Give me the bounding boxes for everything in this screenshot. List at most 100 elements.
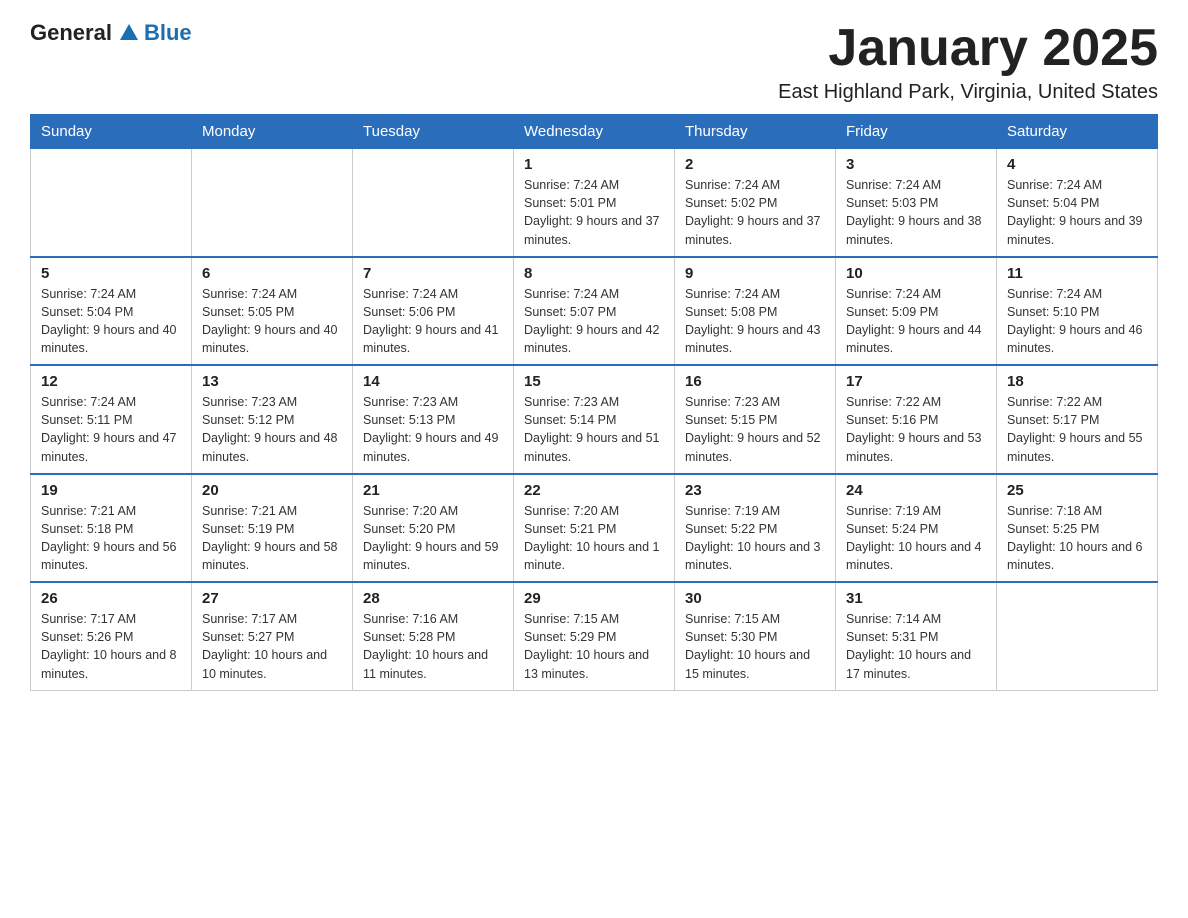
day-number: 17 [846,373,986,390]
calendar-cell: 3 Sunrise: 7:24 AM Sunset: 5:03 PM Daylig… [836,149,997,257]
title-block: January 2025 East Highland Park, Virgini… [778,20,1158,104]
calendar-table: SundayMondayTuesdayWednesdayThursdayFrid… [30,114,1158,691]
day-number: 25 [1007,482,1147,499]
day-info: Sunrise: 7:23 AM Sunset: 5:12 PM Dayligh… [202,393,342,466]
day-number: 4 [1007,156,1147,173]
header-saturday: Saturday [997,115,1158,149]
calendar-cell: 6 Sunrise: 7:24 AM Sunset: 5:05 PM Daylig… [192,257,353,366]
day-info: Sunrise: 7:24 AM Sunset: 5:02 PM Dayligh… [685,176,825,249]
day-number: 18 [1007,373,1147,390]
calendar-cell: 28 Sunrise: 7:16 AM Sunset: 5:28 PM Dayli… [353,582,514,690]
day-number: 14 [363,373,503,390]
day-info: Sunrise: 7:21 AM Sunset: 5:18 PM Dayligh… [41,502,181,575]
calendar-cell: 26 Sunrise: 7:17 AM Sunset: 5:26 PM Dayli… [31,582,192,690]
day-number: 16 [685,373,825,390]
day-number: 23 [685,482,825,499]
day-info: Sunrise: 7:24 AM Sunset: 5:08 PM Dayligh… [685,285,825,358]
day-info: Sunrise: 7:19 AM Sunset: 5:24 PM Dayligh… [846,502,986,575]
calendar-cell: 29Sunrise: 7:15 AM Sunset: 5:29 PM Dayli… [514,582,675,690]
week-row-4: 19 Sunrise: 7:21 AM Sunset: 5:18 PM Dayli… [31,474,1158,583]
calendar-cell: 21Sunrise: 7:20 AM Sunset: 5:20 PM Dayli… [353,474,514,583]
calendar-cell: 25 Sunrise: 7:18 AM Sunset: 5:25 PM Dayli… [997,474,1158,583]
day-info: Sunrise: 7:24 AM Sunset: 5:09 PM Dayligh… [846,285,986,358]
calendar-cell: 27 Sunrise: 7:17 AM Sunset: 5:27 PM Dayli… [192,582,353,690]
day-number: 9 [685,265,825,282]
calendar-cell [31,149,192,257]
logo: General Blue [30,20,192,46]
logo-blue: Blue [144,20,192,46]
calendar-cell: 8 Sunrise: 7:24 AM Sunset: 5:07 PM Daylig… [514,257,675,366]
logo-icon [118,22,140,44]
week-row-5: 26 Sunrise: 7:17 AM Sunset: 5:26 PM Dayli… [31,582,1158,690]
day-number: 6 [202,265,342,282]
calendar-cell: 22Sunrise: 7:20 AM Sunset: 5:21 PM Dayli… [514,474,675,583]
day-info: Sunrise: 7:24 AM Sunset: 5:05 PM Dayligh… [202,285,342,358]
calendar-cell: 24 Sunrise: 7:19 AM Sunset: 5:24 PM Dayli… [836,474,997,583]
day-info: Sunrise: 7:23 AM Sunset: 5:14 PM Dayligh… [524,393,664,466]
day-info: Sunrise: 7:23 AM Sunset: 5:15 PM Dayligh… [685,393,825,466]
week-row-1: 1 Sunrise: 7:24 AM Sunset: 5:01 PM Daylig… [31,149,1158,257]
calendar-cell: 7 Sunrise: 7:24 AM Sunset: 5:06 PM Daylig… [353,257,514,366]
day-info: Sunrise: 7:24 AM Sunset: 5:01 PM Dayligh… [524,176,664,249]
day-number: 7 [363,265,503,282]
calendar-cell: 5 Sunrise: 7:24 AM Sunset: 5:04 PM Daylig… [31,257,192,366]
day-number: 29 [524,590,664,607]
location-subtitle: East Highland Park, Virginia, United Sta… [778,81,1158,104]
day-info: Sunrise: 7:15 AM Sunset: 5:30 PM Dayligh… [685,610,825,683]
calendar-cell [353,149,514,257]
day-number: 21 [363,482,503,499]
calendar-cell: 20Sunrise: 7:21 AM Sunset: 5:19 PM Dayli… [192,474,353,583]
header-friday: Friday [836,115,997,149]
day-info: Sunrise: 7:24 AM Sunset: 5:07 PM Dayligh… [524,285,664,358]
calendar-cell: 31 Sunrise: 7:14 AM Sunset: 5:31 PM Dayli… [836,582,997,690]
day-number: 15 [524,373,664,390]
calendar-cell: 12Sunrise: 7:24 AM Sunset: 5:11 PM Dayli… [31,365,192,474]
day-info: Sunrise: 7:17 AM Sunset: 5:26 PM Dayligh… [41,610,181,683]
day-info: Sunrise: 7:24 AM Sunset: 5:10 PM Dayligh… [1007,285,1147,358]
calendar-cell: 9 Sunrise: 7:24 AM Sunset: 5:08 PM Daylig… [675,257,836,366]
day-info: Sunrise: 7:19 AM Sunset: 5:22 PM Dayligh… [685,502,825,575]
calendar-cell: 13 Sunrise: 7:23 AM Sunset: 5:12 PM Dayli… [192,365,353,474]
day-info: Sunrise: 7:22 AM Sunset: 5:17 PM Dayligh… [1007,393,1147,466]
day-number: 10 [846,265,986,282]
day-info: Sunrise: 7:24 AM Sunset: 5:11 PM Dayligh… [41,393,181,466]
day-number: 2 [685,156,825,173]
day-info: Sunrise: 7:24 AM Sunset: 5:03 PM Dayligh… [846,176,986,249]
day-info: Sunrise: 7:16 AM Sunset: 5:28 PM Dayligh… [363,610,503,683]
header-wednesday: Wednesday [514,115,675,149]
calendar-header-row: SundayMondayTuesdayWednesdayThursdayFrid… [31,115,1158,149]
day-number: 3 [846,156,986,173]
calendar-cell: 30 Sunrise: 7:15 AM Sunset: 5:30 PM Dayli… [675,582,836,690]
day-info: Sunrise: 7:18 AM Sunset: 5:25 PM Dayligh… [1007,502,1147,575]
day-info: Sunrise: 7:24 AM Sunset: 5:04 PM Dayligh… [41,285,181,358]
calendar-cell: 15 Sunrise: 7:23 AM Sunset: 5:14 PM Dayli… [514,365,675,474]
day-number: 27 [202,590,342,607]
day-number: 19 [41,482,181,499]
day-info: Sunrise: 7:17 AM Sunset: 5:27 PM Dayligh… [202,610,342,683]
day-number: 5 [41,265,181,282]
calendar-cell: 19 Sunrise: 7:21 AM Sunset: 5:18 PM Dayli… [31,474,192,583]
day-number: 24 [846,482,986,499]
day-number: 28 [363,590,503,607]
day-number: 31 [846,590,986,607]
day-number: 8 [524,265,664,282]
calendar-cell: 1 Sunrise: 7:24 AM Sunset: 5:01 PM Daylig… [514,149,675,257]
day-info: Sunrise: 7:24 AM Sunset: 5:04 PM Dayligh… [1007,176,1147,249]
day-info: Sunrise: 7:24 AM Sunset: 5:06 PM Dayligh… [363,285,503,358]
calendar-cell: 14 Sunrise: 7:23 AM Sunset: 5:13 PM Dayli… [353,365,514,474]
header-thursday: Thursday [675,115,836,149]
day-info: Sunrise: 7:14 AM Sunset: 5:31 PM Dayligh… [846,610,986,683]
day-number: 13 [202,373,342,390]
calendar-cell: 23 Sunrise: 7:19 AM Sunset: 5:22 PM Dayli… [675,474,836,583]
header-tuesday: Tuesday [353,115,514,149]
day-number: 1 [524,156,664,173]
day-info: Sunrise: 7:23 AM Sunset: 5:13 PM Dayligh… [363,393,503,466]
day-info: Sunrise: 7:21 AM Sunset: 5:19 PM Dayligh… [202,502,342,575]
day-number: 11 [1007,265,1147,282]
calendar-cell: 18 Sunrise: 7:22 AM Sunset: 5:17 PM Dayli… [997,365,1158,474]
month-title: January 2025 [778,20,1158,77]
calendar-cell: 2 Sunrise: 7:24 AM Sunset: 5:02 PM Daylig… [675,149,836,257]
day-number: 30 [685,590,825,607]
day-number: 26 [41,590,181,607]
day-number: 22 [524,482,664,499]
